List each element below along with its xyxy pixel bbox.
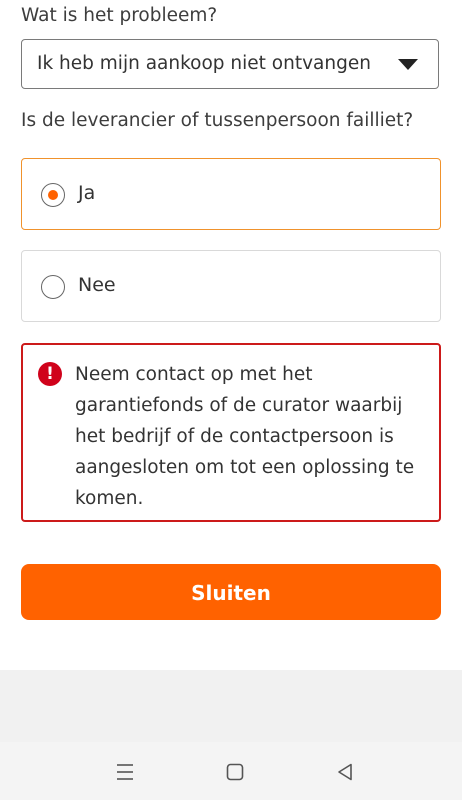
chevron-down-icon	[398, 59, 418, 70]
alert-message: Neem contact op met het garantiefonds of…	[75, 364, 415, 509]
problem-select-value: Ik heb mijn aankoop niet ontvangen	[37, 53, 371, 74]
back-triangle-icon[interactable]	[334, 761, 356, 783]
exclamation-circle-icon: !	[38, 362, 62, 386]
radio-dot-icon	[47, 189, 58, 200]
radio-button-selected[interactable]	[41, 183, 65, 207]
menu-lines-icon[interactable]	[114, 761, 136, 783]
radio-option-nee[interactable]: Nee	[21, 250, 441, 322]
system-navigation-bar	[0, 742, 462, 800]
radio-option-label: Nee	[78, 274, 116, 296]
radio-button[interactable]	[41, 275, 65, 299]
problem-question-label: Wat is het probleem?	[21, 5, 218, 26]
bankrupt-question-label: Is de leverancier of tussenpersoon faill…	[21, 110, 414, 131]
radio-option-ja[interactable]: Ja	[21, 158, 441, 230]
home-square-icon[interactable]	[224, 761, 246, 783]
error-alert: ! Neem contact op met het garantiefonds …	[21, 343, 441, 522]
problem-select[interactable]: Ik heb mijn aankoop niet ontvangen	[21, 39, 439, 89]
close-button[interactable]: Sluiten	[21, 564, 441, 620]
radio-option-label: Ja	[78, 182, 96, 204]
footer-area	[0, 670, 462, 742]
